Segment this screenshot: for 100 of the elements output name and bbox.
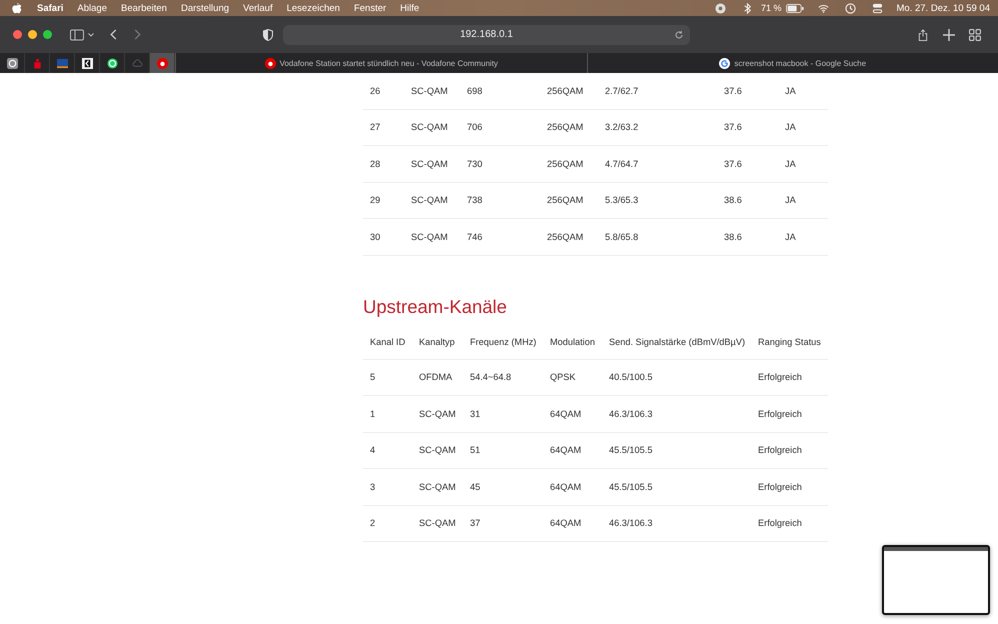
forward-icon[interactable] <box>134 29 141 40</box>
table-cell-text: 730 <box>466 158 484 169</box>
table-cell-text: 256QAM <box>546 86 584 96</box>
column-header: Frequenz (MHz) <box>469 336 538 346</box>
table-cell-text: SC-QAM <box>410 195 449 206</box>
browser-tab[interactable]: screenshot macbook - Google Suche <box>586 53 998 73</box>
menu-item[interactable]: Bearbeiten <box>121 2 167 14</box>
pinned-tab[interactable] <box>150 53 175 73</box>
table-cell-text: 2 <box>369 518 376 528</box>
table-cell-text: 28 <box>369 158 382 169</box>
table-cell-text: 46.3/106.3 <box>608 408 654 419</box>
reload-icon[interactable] <box>674 30 684 40</box>
table-cell-text: 45.5/105.5 <box>608 482 654 492</box>
column-header: Send. Signalstärke (dBmV/dBµV) <box>608 336 746 346</box>
table-cell-text: SC-QAM <box>410 86 449 96</box>
table-cell-text: JA <box>784 232 797 242</box>
table-cell-text: 37 <box>469 518 482 528</box>
table-cell-text: 256QAM <box>546 122 584 132</box>
browser-tab[interactable]: Vodafone Station startet stündlich neu - Vodafone Community <box>175 53 586 73</box>
control-center-icon[interactable] <box>872 2 883 14</box>
menu-item[interactable]: Fenster <box>354 2 386 14</box>
table-cell-text: 746 <box>466 232 484 242</box>
menu-item[interactable]: Hilfe <box>400 2 420 14</box>
share-icon[interactable] <box>917 28 930 40</box>
column-header: Modulation <box>549 336 596 346</box>
table-cell-text: Erfolgreich <box>757 408 803 419</box>
close-window-icon[interactable] <box>13 30 22 39</box>
table-cell-text: 38.6 <box>723 195 743 206</box>
back-icon[interactable] <box>110 29 117 40</box>
chevron-down-icon[interactable] <box>88 32 94 36</box>
table-cell-text: 51 <box>469 445 482 456</box>
clock-history-icon[interactable] <box>844 2 856 14</box>
table-cell-text: QPSK <box>549 372 577 382</box>
minimize-window-icon[interactable] <box>28 30 37 39</box>
table-cell-text: 38.6 <box>723 232 743 242</box>
table-cell-text: 64QAM <box>549 482 582 492</box>
table-cell-text: 5 <box>369 372 376 382</box>
table-cell-text: JA <box>784 122 797 132</box>
table-cell-text: 706 <box>466 122 484 132</box>
bluetooth-icon[interactable] <box>742 2 753 14</box>
menu-item[interactable]: Ablage <box>77 2 107 14</box>
table-cell-text: SC-QAM <box>418 408 457 419</box>
g-logo-icon <box>719 58 730 68</box>
table-cell-text: 26 <box>369 86 382 96</box>
table-cell-text: SC-QAM <box>410 122 449 132</box>
table-cell-text: Erfolgreich <box>757 482 803 492</box>
battery-icon[interactable] <box>786 4 804 12</box>
table-cell-text: 256QAM <box>546 195 584 206</box>
bank-logo-icon <box>32 58 42 68</box>
table-cell-text: 30 <box>369 232 382 242</box>
table-cell-text: 37.6 <box>723 158 743 169</box>
table-cell-text: 64QAM <box>549 518 582 528</box>
url-text: 192.168.0.1 <box>460 29 513 40</box>
zoom-window-icon[interactable] <box>43 30 52 39</box>
table-cell-text: SC-QAM <box>418 445 457 456</box>
wifi-icon[interactable] <box>818 2 829 14</box>
table-cell-text: 1 <box>369 408 376 419</box>
cloud-icon <box>132 58 142 68</box>
privacy-shield-icon[interactable] <box>262 28 273 40</box>
menu-item[interactable]: Verlauf <box>243 2 273 14</box>
tab-overview-icon[interactable] <box>969 28 981 40</box>
table-cell-text: JA <box>784 195 797 206</box>
tab-title: screenshot macbook - Google Suche <box>734 58 866 68</box>
plus-icon[interactable] <box>943 28 955 40</box>
menu-item[interactable]: Lesezeichen <box>286 2 340 14</box>
table-cell-text: 64QAM <box>549 408 582 419</box>
table-cell-text: JA <box>784 86 797 96</box>
table-cell-text: 64QAM <box>549 445 582 456</box>
table-cell-text: 45.5/105.5 <box>608 445 654 456</box>
table-cell-text: 4.7/64.7 <box>604 158 640 169</box>
table-cell-text: 40.5/100.5 <box>608 372 654 382</box>
menu-item[interactable]: Safari <box>37 2 64 14</box>
menu-item[interactable]: Darstellung <box>180 2 230 14</box>
table-cell-text: 256QAM <box>546 232 584 242</box>
address-bar[interactable]: 192.168.0.1 <box>282 24 690 44</box>
table-cell-text: 46.3/106.3 <box>608 518 654 528</box>
table-cell-text: 3 <box>369 482 376 492</box>
screenshot-thumbnail[interactable] <box>882 545 990 615</box>
table-cell-text: 3.2/63.2 <box>604 122 640 132</box>
table-cell-text: SC-QAM <box>410 232 449 242</box>
table-cell-text: SC-QAM <box>410 158 449 169</box>
table-cell-text: Erfolgreich <box>757 518 803 528</box>
table-cell-text: 27 <box>369 122 382 132</box>
table-cell-text: 256QAM <box>546 158 584 169</box>
column-header: Kanaltyp <box>418 336 456 346</box>
apple-logo-icon[interactable] <box>12 2 22 14</box>
table-cell-text: 698 <box>466 86 484 96</box>
table-cell-text: Erfolgreich <box>757 445 803 456</box>
table-cell-text: 738 <box>466 195 484 206</box>
table-cell-text: 54.4~64.8 <box>469 372 512 382</box>
table-cell-text: 37.6 <box>723 122 743 132</box>
table-cell-text: 4 <box>369 445 376 456</box>
table-cell-text: Erfolgreich <box>757 372 803 382</box>
table-cell-text: SC-QAM <box>418 518 457 528</box>
table-cell-text: SC-QAM <box>418 482 457 492</box>
column-header: Kanal ID <box>369 336 406 346</box>
menu-bar-clock[interactable]: Mo. 27. Dez. 10 59 04 <box>896 2 990 14</box>
sidebar-icon[interactable] <box>70 28 84 40</box>
table-cell-text: 5.8/65.8 <box>604 232 640 242</box>
column-header: Ranging Status <box>757 336 822 346</box>
